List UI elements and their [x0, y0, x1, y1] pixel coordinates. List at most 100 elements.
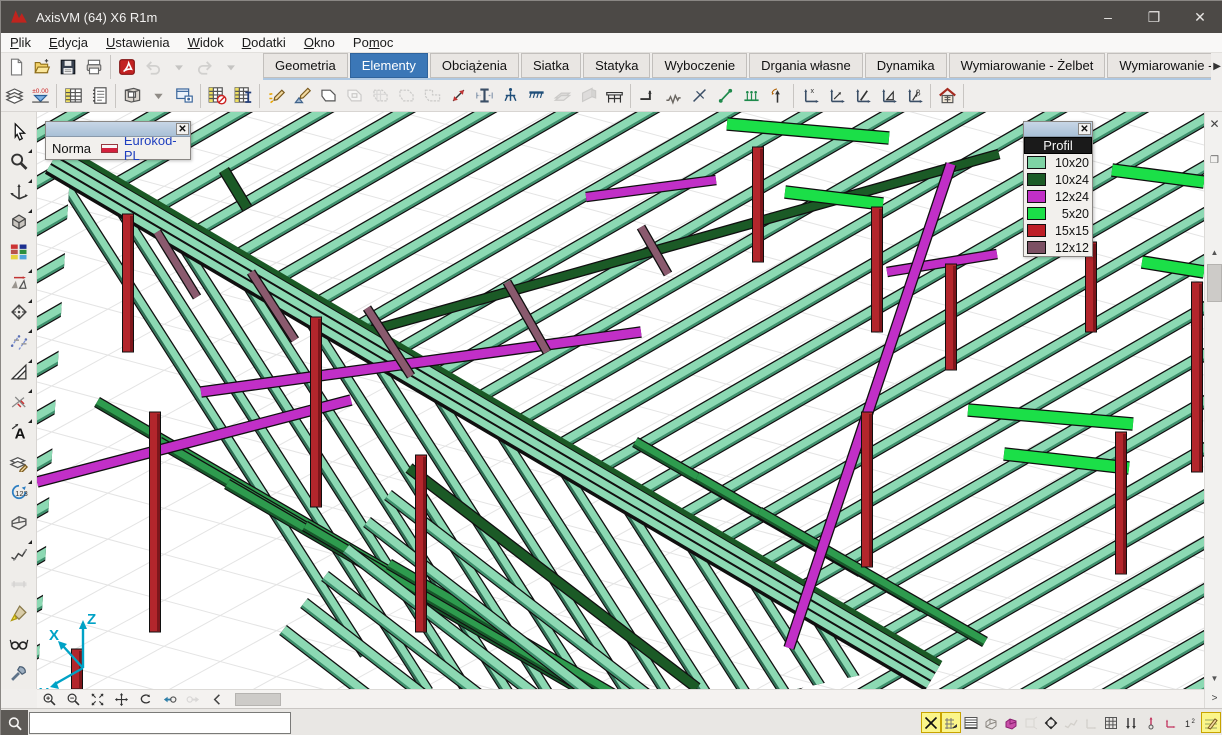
dimension-tool[interactable] [5, 328, 33, 356]
reference-plane-button[interactable] [875, 83, 901, 109]
menu-dodatki[interactable]: Dodatki [233, 33, 295, 53]
pdf-export-button[interactable] [114, 54, 140, 80]
tab-geometria[interactable]: Geometria [263, 53, 348, 78]
print-button[interactable] [81, 54, 107, 80]
close-button[interactable]: ✕ [1177, 1, 1222, 33]
layer-manager-tool[interactable] [5, 449, 33, 477]
save-drawing-button[interactable] [171, 83, 197, 109]
scroll-down-arrow[interactable]: ▼ [1205, 670, 1222, 688]
tab-obciążenia[interactable]: Obciążenia [430, 53, 519, 78]
layers-button[interactable] [1, 83, 27, 109]
hscroll-thumb[interactable] [235, 693, 281, 706]
reference-vector-button[interactable] [823, 83, 849, 109]
edit-mode-toggle[interactable] [1201, 712, 1221, 733]
selection-toggle[interactable] [1041, 712, 1061, 733]
tab-wymiarowanie-żelbet[interactable]: Wymiarowanie - Żelbet [949, 53, 1106, 78]
renumber-tool[interactable]: 123 [5, 479, 33, 507]
rotate-view-button[interactable] [133, 690, 157, 708]
tab-dynamika[interactable]: Dynamika [865, 53, 947, 78]
color-coding-tool[interactable] [5, 238, 33, 266]
zoom-in-button[interactable] [37, 690, 61, 708]
display-options-tool[interactable] [5, 629, 33, 657]
search-button[interactable] [1, 710, 28, 735]
spring-element-button[interactable] [660, 83, 686, 109]
axes-display-toggle[interactable] [1161, 712, 1181, 733]
domain-button[interactable] [315, 83, 341, 109]
building-model-button[interactable] [934, 83, 960, 109]
report-maker-button[interactable] [86, 83, 112, 109]
nodal-dof-button[interactable] [764, 83, 790, 109]
search-tool[interactable] [5, 599, 33, 627]
local-system-toggle[interactable] [1081, 712, 1101, 733]
zoom-fit-button[interactable] [85, 690, 109, 708]
menu-okno[interactable]: Okno [295, 33, 344, 53]
view-close-icon[interactable]: ✕ [1205, 116, 1222, 134]
parts-filter-toggle[interactable] [1001, 712, 1021, 733]
previous-view-button[interactable] [157, 690, 181, 708]
vscroll-thumb[interactable] [1207, 264, 1222, 302]
numbering-toggle[interactable]: 12 [1181, 712, 1201, 733]
tab-elementy[interactable]: Elementy [350, 53, 428, 78]
parts-tool[interactable] [5, 509, 33, 537]
menu-pomoc[interactable]: Pomoc [344, 33, 402, 53]
model-viewport[interactable]: ZXY ✕ Norma Eurokod-PL ✕ Profil 10x2010x… [37, 112, 1204, 689]
support-display-toggle[interactable] [1141, 712, 1161, 733]
menu-ustawienia[interactable]: Ustawienia [97, 33, 179, 53]
open-file-button[interactable] [29, 54, 55, 80]
snap-intersection-toggle[interactable] [921, 712, 941, 733]
reference-axis-button[interactable] [849, 83, 875, 109]
annotation-tool[interactable]: A [5, 418, 33, 446]
drawings-dropdown[interactable] [145, 83, 171, 109]
edge-hinge-button[interactable] [634, 83, 660, 109]
cross-section-table-button[interactable] [230, 83, 256, 109]
menu-plik[interactable]: Plik [1, 33, 40, 53]
section-line-toggle[interactable] [1061, 712, 1081, 733]
material-table-button[interactable] [204, 83, 230, 109]
mesh-display-toggle[interactable] [1101, 712, 1121, 733]
selection-tool[interactable] [5, 118, 33, 146]
link-element-button[interactable] [712, 83, 738, 109]
tab-overflow-arrow[interactable]: ▶ [1213, 61, 1221, 72]
transform-tool[interactable] [5, 298, 33, 326]
gap-element-button[interactable] [686, 83, 712, 109]
settings-tool[interactable] [5, 659, 33, 687]
norma-close-icon[interactable]: ✕ [176, 123, 189, 135]
norma-panel-titlebar[interactable]: ✕ [46, 122, 190, 137]
display-mode-tool[interactable] [5, 208, 33, 236]
view-restore-icon[interactable]: ❐ [1205, 152, 1222, 170]
scroll-up-arrow[interactable]: ▲ [1205, 244, 1222, 262]
drawings-library-button[interactable] [119, 83, 145, 109]
load-display-toggle[interactable] [1121, 712, 1141, 733]
drafting-tool[interactable] [5, 358, 33, 386]
profil-close-icon[interactable]: ✕ [1078, 123, 1091, 135]
rigid-element-button[interactable] [738, 83, 764, 109]
draw-objects-button[interactable] [263, 83, 289, 109]
zoom-out-button[interactable] [61, 690, 85, 708]
minimize-button[interactable]: – [1085, 1, 1131, 33]
pan-button[interactable] [109, 690, 133, 708]
divide-line-tool[interactable] [5, 388, 33, 416]
section-line-tool[interactable] [5, 539, 33, 567]
line-elements-button[interactable] [445, 83, 471, 109]
reference-point-button[interactable]: x [797, 83, 823, 109]
snap-grid-toggle[interactable] [941, 712, 961, 733]
menu-widok[interactable]: Widok [179, 33, 233, 53]
zoom-tool[interactable] [5, 148, 33, 176]
tab-statyka[interactable]: Statyka [583, 53, 650, 78]
beam-cross-section-button[interactable] [471, 83, 497, 109]
frame-wizard-button[interactable] [601, 83, 627, 109]
tab-wyboczenie[interactable]: Wyboczenie [652, 53, 747, 78]
tables-button[interactable] [60, 83, 86, 109]
tab-siatka[interactable]: Siatka [521, 53, 581, 78]
vertical-scrollbar[interactable]: ✕ ❐ ▲ ▼ > [1204, 112, 1222, 708]
new-file-button[interactable] [3, 54, 29, 80]
parts-toggle[interactable] [981, 712, 1001, 733]
views-tool[interactable] [5, 178, 33, 206]
design-code-value[interactable]: Eurokod-PL [124, 133, 184, 163]
scroll-left-button[interactable] [205, 690, 229, 708]
save-button[interactable] [55, 54, 81, 80]
menu-edycja[interactable]: Edycja [40, 33, 97, 53]
reference-angle-button[interactable]: β [901, 83, 927, 109]
maximize-button[interactable]: ❐ [1131, 1, 1177, 33]
line-support-button[interactable] [523, 83, 549, 109]
